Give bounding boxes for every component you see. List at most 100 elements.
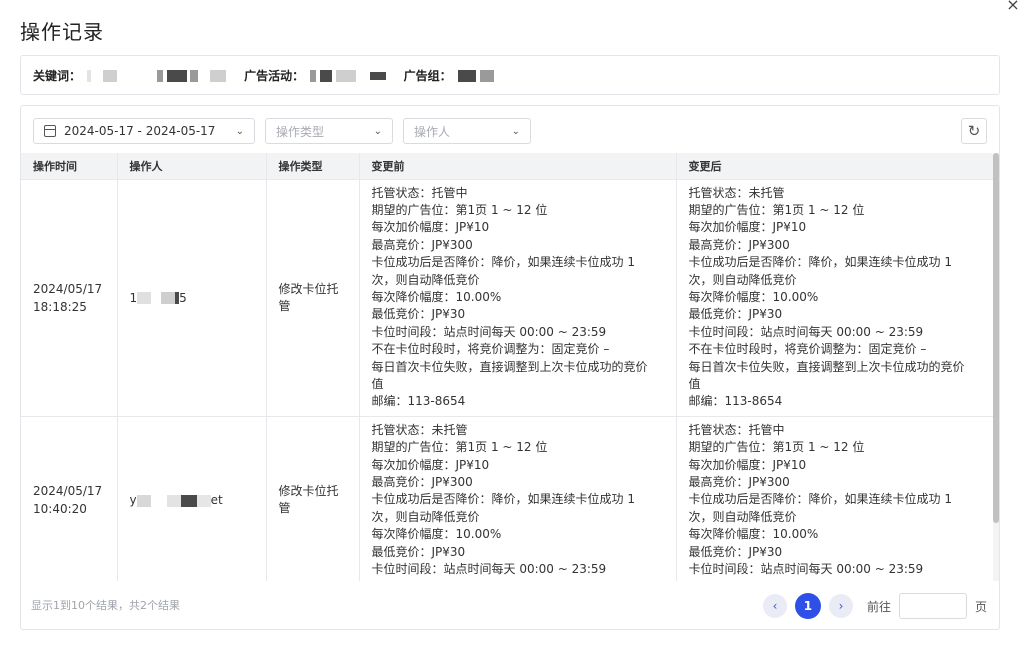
pagination: ‹ 1 › 前往 页: [762, 593, 987, 619]
change-line: 每日首次卡位失败，直接调整到上次卡位成功的竞价: [688, 359, 965, 374]
change-line: 次，则自动降低竞价: [688, 272, 797, 287]
change-line: 最高竞价：JP¥300: [688, 237, 790, 252]
change-line: 托管状态：未托管: [371, 422, 468, 437]
adgroup-label: 广告组：: [403, 68, 452, 83]
op-time-cell: 2024/05/17 18:18:25: [21, 179, 118, 417]
change-line: 不在卡位时段时，将竞价调整为：固定竞价 –: [371, 342, 610, 357]
change-line: 最高竞价：JP¥300: [688, 475, 790, 489]
change-line: 卡位时间段：站点时间每天 00:00 ~ 23:59: [371, 324, 607, 339]
change-line: 每次降价幅度：10.00%: [688, 527, 819, 542]
change-line: 次，则自动降低竞价: [688, 509, 797, 524]
prev-page-button[interactable]: ‹: [762, 594, 787, 618]
change-line: 卡位成功后是否降价：降价，如果连续卡位成功 1: [688, 255, 952, 270]
campaign-label: 广告活动：: [244, 68, 305, 83]
operator-cell: y et: [117, 416, 267, 581]
change-line: 最低竞价：JP¥30: [371, 307, 466, 322]
col-header-after: 变更后: [676, 153, 994, 180]
change-line: 卡位时间段：站点时间每天 00:00 ~ 23:59: [688, 562, 924, 577]
page-suffix: 页: [974, 599, 987, 614]
keyword-value-redacted: [87, 68, 227, 82]
date-range-picker[interactable]: 2024-05-17 - 2024-05-17 ⌄: [33, 118, 255, 144]
table-row: 2024/05/17 18:18:25 15 修改卡位托管 托管状态：托管中 期望…: [21, 179, 994, 417]
op-time-cell: 2024/05/17 10:40:20: [21, 416, 118, 581]
change-line: 期望的广告位：第1页 1 ~ 12 位: [371, 440, 548, 455]
change-line: 最低竞价：JP¥30: [688, 307, 783, 322]
adgroup-value-redacted: [457, 68, 494, 82]
change-line: 值: [688, 376, 701, 391]
op-type-placeholder: 操作类型: [276, 124, 325, 139]
change-line: 最高竞价：JP¥300: [371, 475, 473, 489]
change-line: 次，则自动降低竞价: [371, 272, 480, 287]
change-line: 次，则自动降低竞价: [371, 509, 480, 524]
records-table: 操作时间 操作人 操作类型 变更前 变更后 2024/05/17 18:18:2…: [21, 153, 999, 581]
change-line: 每次加价幅度：JP¥10: [371, 457, 490, 472]
change-line: 不在卡位时段时，将竞价调整为：固定竞价 –: [688, 342, 927, 357]
change-line: 卡位时间段：站点时间每天 00:00 ~ 23:59: [688, 324, 924, 339]
goto-label: 前往: [866, 599, 891, 614]
date-range-value: 2024-05-17 - 2024-05-17: [64, 124, 216, 138]
calendar-icon: [44, 125, 56, 137]
keyword-label: 关键词：: [33, 68, 82, 83]
change-line: 卡位成功后是否降价：降价，如果连续卡位成功 1: [371, 255, 635, 270]
change-line: 每次加价幅度：JP¥10: [688, 457, 807, 472]
op-type-select[interactable]: 操作类型 ⌄: [265, 118, 393, 144]
op-time: 10:40:20: [33, 502, 87, 517]
after-cell: 托管状态：托管中期望的广告位：第1页 1 ~ 12 位每次加价幅度：JP¥10 最…: [676, 416, 994, 581]
chevron-down-icon: ⌄: [511, 125, 520, 137]
change-line: 每次降价幅度：10.00%: [371, 527, 502, 542]
before-cell: 托管状态：未托管期望的广告位：第1页 1 ~ 12 位每次加价幅度：JP¥10 最…: [359, 416, 677, 581]
col-header-before: 变更前: [359, 153, 677, 180]
col-header-time: 操作时间: [21, 153, 118, 180]
op-type-cell: 修改卡位托管: [266, 179, 360, 417]
before-cell: 托管状态：托管中 期望的广告位：第1页 1 ~ 12 位每次加价幅度：JP¥10 最…: [359, 179, 677, 417]
filter-bar: 2024-05-17 - 2024-05-17 ⌄ 操作类型 ⌄ 操作人 ⌄: [33, 118, 531, 144]
refresh-icon[interactable]: ↻: [961, 118, 987, 144]
table-scrollbar[interactable]: [993, 153, 999, 581]
change-line: 每次加价幅度：JP¥10: [688, 220, 807, 235]
table-row: 2024/05/17 10:40:20 y et 修改卡位托管 托管状态：未托管期…: [21, 416, 994, 581]
change-line: 每次降价幅度：10.00%: [371, 289, 502, 304]
after-cell: 托管状态：未托管期望的广告位：第1页 1 ~ 12 位每次加价幅度：JP¥10 最…: [676, 179, 994, 417]
change-line: 卡位成功后是否降价：降价，如果连续卡位成功 1: [371, 492, 635, 507]
page-number-button[interactable]: 1: [794, 593, 821, 619]
change-line: 最高竞价：JP¥300: [371, 237, 473, 252]
next-page-button[interactable]: ›: [828, 594, 853, 618]
change-line: 卡位成功后是否降价：降价，如果连续卡位成功 1: [688, 492, 952, 507]
change-line: 期望的广告位：第1页 1 ~ 12 位: [688, 202, 865, 217]
change-line: 每日首次卡位失败，直接调整到上次卡位成功的竞价: [371, 359, 648, 374]
results-summary: 显示1到10个结果，共2个结果: [31, 599, 180, 612]
op-time: 18:18:25: [33, 299, 87, 314]
change-line: 每次降价幅度：10.00%: [688, 289, 819, 304]
records-panel: 2024-05-17 - 2024-05-17 ⌄ 操作类型 ⌄ 操作人 ⌄ ↻…: [20, 105, 1000, 630]
op-date: 2024/05/17: [33, 484, 103, 499]
change-line: 每次加价幅度：JP¥10: [371, 220, 490, 235]
modal-title: 操作记录: [20, 20, 104, 44]
scrollbar-thumb[interactable]: [993, 153, 999, 523]
change-line: 最低竞价：JP¥30: [371, 544, 466, 559]
close-icon[interactable]: ×: [1002, 0, 1024, 16]
campaign-value-redacted: [310, 68, 386, 82]
operator-prefix: y: [129, 493, 137, 508]
operator-suffix: 5: [179, 290, 187, 305]
col-header-operator: 操作人: [117, 153, 267, 180]
change-line: 最低竞价：JP¥30: [688, 544, 783, 559]
change-line: 期望的广告位：第1页 1 ~ 12 位: [688, 440, 865, 455]
operator-prefix: 1: [129, 290, 138, 305]
chevron-down-icon: ⌄: [373, 125, 382, 137]
change-line: 托管状态：托管中: [688, 422, 785, 437]
op-date: 2024/05/17: [33, 281, 103, 296]
table-header-row: 操作时间 操作人 操作类型 变更前 变更后: [21, 153, 994, 180]
operator-placeholder: 操作人: [414, 124, 451, 139]
change-line: 值: [371, 376, 384, 391]
change-line: 卡位时间段：站点时间每天 00:00 ~ 23:59: [371, 562, 607, 577]
operator-cell: 15: [117, 179, 267, 417]
col-header-op-type: 操作类型: [266, 153, 360, 180]
op-type-cell: 修改卡位托管: [266, 416, 360, 581]
operator-select[interactable]: 操作人 ⌄: [403, 118, 531, 144]
change-line: 托管状态：托管中: [371, 185, 468, 200]
chevron-down-icon: ⌄: [235, 125, 244, 137]
goto-page-input[interactable]: [898, 593, 967, 619]
change-line: 邮编：113-8654: [371, 394, 466, 409]
change-line: 托管状态：未托管: [688, 185, 785, 200]
info-bar: 关键词： 广告活动： 广告组：: [20, 55, 1000, 95]
